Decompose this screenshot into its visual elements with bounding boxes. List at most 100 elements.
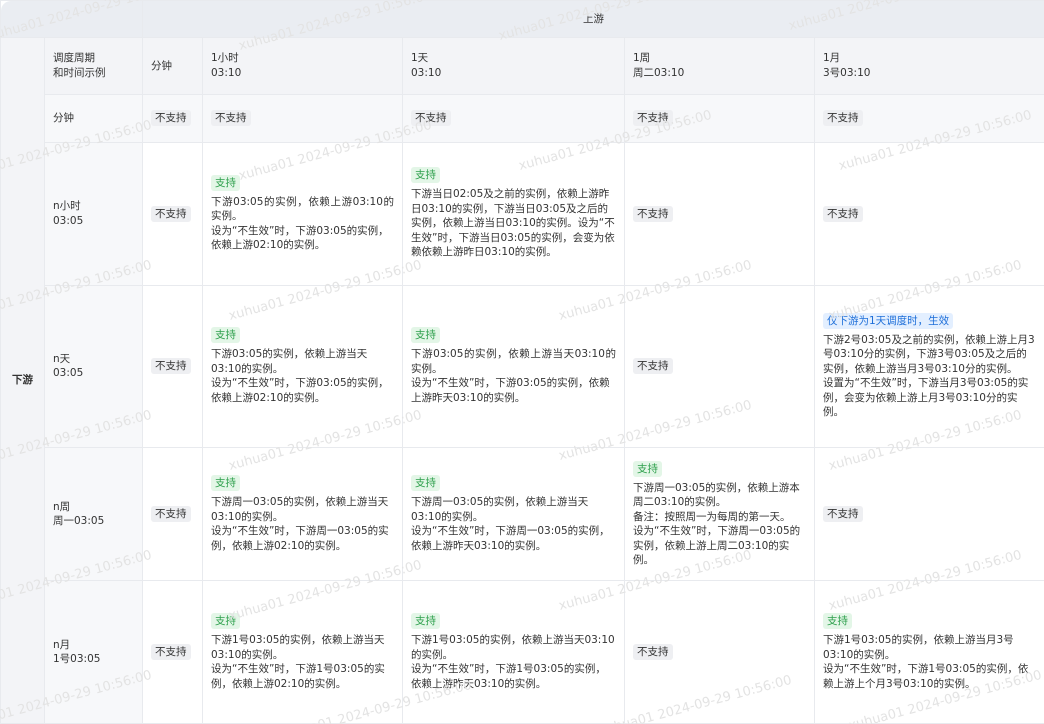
column-header: 1天 03:10 <box>402 37 625 95</box>
matrix-row: n月 1号03:05 不支持 支持 下游1号03:05的实例，依赖上游当天03:10的实… <box>1 580 1044 724</box>
cell-description: 下游03:05的实例，依赖上游当天03:10的实例。 设为“不生效”时，下游03:… <box>411 347 616 405</box>
description-line: 设为“不生效”时，下游03:05的实例，依赖上游02:10的实例。 <box>211 224 389 252</box>
description-line: 下游周一03:05的实例，依赖上游本周二03:10的实例。 <box>633 481 800 509</box>
description-line: 设为“不生效”时，下游周一03:05的实例，依赖上游02:10的实例。 <box>211 525 389 552</box>
description-line: 设为“不生效”时，下游1号03:05的实例，依赖上游02:10的实例。 <box>211 663 385 690</box>
description-line: 设为“不生效”时，下游1号03:05的实例，依赖上游上个月3号03:10的实例。 <box>823 663 1029 690</box>
matrix-cell: 不支持 <box>202 93 403 143</box>
column-freq: 分钟 <box>151 59 172 72</box>
matrix-cell: 不支持 <box>402 93 625 143</box>
row-header: 分钟 <box>44 93 143 143</box>
matrix-cell: 不支持 <box>813 447 1044 582</box>
cell-description: 下游1号03:05的实例，依赖上游当月3号03:10的实例。 设为“不生效”时，下… <box>823 633 1036 691</box>
corner-cell <box>0 0 143 39</box>
matrix-cell: 不支持 <box>624 580 815 724</box>
column-freq: 1月 <box>823 52 841 65</box>
cell-description: 下游周一03:05的实例，依赖上游本周二03:10的实例。 备注：按照周一为每周的… <box>633 481 806 568</box>
downstream-header: 下游 <box>0 37 45 724</box>
matrix-cell: 支持 下游1号03:05的实例，依赖上游当月3号03:10的实例。 设为“不生效”时… <box>813 580 1044 724</box>
description-line: 下游1号03:05的实例，依赖上游当月3号03:10的实例。 <box>823 634 1014 661</box>
matrix-cell: 不支持 <box>142 447 203 582</box>
description-line: 下游2号03:05及之前的实例，依赖上游上月3号03:10分的实例，下游3号03… <box>823 333 1035 375</box>
supported-badge: 支持 <box>411 327 440 344</box>
supported-badge: 支持 <box>411 613 440 630</box>
matrix-cell: 不支持 <box>813 93 1044 143</box>
column-freq: 1天 <box>411 52 429 65</box>
matrix-row: n天 03:05 不支持 支持 下游03:05的实例，依赖上游当天03:10的实例。 设为… <box>1 284 1044 449</box>
row-freq: n月 <box>53 638 71 651</box>
row-freq: n天 <box>53 352 71 365</box>
cell-description: 下游1号03:05的实例，依赖上游当天03:10的实例。 设为“不生效”时，下游1… <box>211 633 394 691</box>
unsupported-badge: 不支持 <box>151 644 191 661</box>
description-line: 设为“不生效”时，下游周一03:05的实例，依赖上游昨天03:10的实例。 <box>411 525 610 552</box>
description-line: 设置为“不生效”时，下游当月3号03:05的实例，会变为依赖上游上月3号03:1… <box>823 377 1029 419</box>
matrix-row: n小时 03:05 不支持 支持 下游03:05的实例，依赖上游03:10的实例。 设为“… <box>1 141 1044 286</box>
matrix-cell: 不支持 <box>813 141 1044 286</box>
matrix-cell: 支持下游1号03:05的实例，依赖上游当天03:10的实例。 设为“不生效”时，下… <box>402 580 625 724</box>
supported-badge: 支持 <box>211 613 240 630</box>
column-freq: 1周 <box>633 52 651 65</box>
column-header: 1小时 03:10 <box>202 37 403 95</box>
unsupported-badge: 不支持 <box>633 358 673 375</box>
cell-description: 下游1号03:05的实例，依赖上游当天03:10的实例。 设为“不生效”时，下游1… <box>411 633 616 691</box>
unsupported-badge: 不支持 <box>633 644 673 661</box>
description-line: 下游03:05的实例，依赖上游当天03:10的实例。 <box>411 348 616 375</box>
description-line: 下游1号03:05的实例，依赖上游当天03:10的实例。 <box>211 634 385 661</box>
column-time: 3号03:10 <box>823 66 871 79</box>
column-header: 1月 3号03:10 <box>813 37 1044 95</box>
column-header: 1周 周二03:10 <box>624 37 815 95</box>
matrix-row: 分钟 不支持 不支持 不支持 不支持 不支持 <box>1 93 1044 143</box>
row-freq: n小时 <box>53 200 81 213</box>
matrix-cell: 不支持 <box>142 580 203 724</box>
column-time: 03:10 <box>211 66 242 79</box>
unsupported-badge: 不支持 <box>151 205 191 222</box>
matrix-cell: 不支持 <box>142 93 203 143</box>
row-time: 1号03:05 <box>53 653 101 666</box>
matrix-cell: 支持下游当日02:05及之前的实例，依赖上游昨日03:10的实例，下游当日03:… <box>402 141 625 286</box>
matrix-cell: 不支持 <box>624 141 815 286</box>
axis-label: 调度周期 和时间示例 <box>44 37 143 95</box>
column-freq: 1小时 <box>211 52 239 65</box>
matrix-cell: 不支持 <box>142 284 203 449</box>
matrix-cell: 支持下游03:05的实例，依赖上游当天03:10的实例。 设为“不生效”时，下游0… <box>402 284 625 449</box>
unsupported-badge: 不支持 <box>823 205 863 222</box>
row-header: n天 03:05 <box>44 284 143 449</box>
cell-description: 下游周一03:05的实例，依赖上游当天03:10的实例。 设为“不生效”时，下游周… <box>211 495 394 553</box>
description-line: 备注：按照周一为每周的第一天。 <box>633 510 791 523</box>
column-header-row: 下游 调度周期 和时间示例 分钟 1小时 03:10 1天 03:10 1周 周二03:10… <box>0 37 1044 724</box>
column-time: 周二03:10 <box>633 66 685 79</box>
unsupported-badge: 不支持 <box>211 110 251 127</box>
matrix-cell: 不支持 <box>142 141 203 286</box>
dependency-matrix: 上游 下游 调度周期 和时间示例 分钟 1小时 03:10 1天 03:10 1周 周二03… <box>0 0 1044 724</box>
unsupported-badge: 不支持 <box>151 358 191 375</box>
axis-label-line2: 和时间示例 <box>53 66 106 79</box>
matrix-cell: 支持下游周一03:05的实例，依赖上游当天03:10的实例。 设为“不生效”时，下… <box>402 447 625 582</box>
row-time: 周一03:05 <box>53 515 105 528</box>
supported-badge: 支持 <box>411 167 440 184</box>
supported-badge: 支持 <box>211 475 240 492</box>
description-line: 设为“不生效”时，下游周一03:05的实例，依赖上游上周二03:10的实例。 <box>633 525 801 567</box>
row-header: n周 周一03:05 <box>44 447 143 582</box>
cell-description: 下游周一03:05的实例，依赖上游当天03:10的实例。 设为“不生效”时，下游周… <box>411 495 616 553</box>
row-time: 03:05 <box>53 214 84 227</box>
cell-description: 下游03:05的实例，依赖上游03:10的实例。 设为“不生效”时，下游03:05… <box>211 195 394 253</box>
unsupported-badge: 不支持 <box>823 506 863 523</box>
matrix-cell: 仅下游为1天调度时，生效 下游2号03:05及之前的实例，依赖上游上月3号03:1… <box>813 284 1044 449</box>
supported-badge: 支持 <box>411 475 440 492</box>
row-time: 03:05 <box>53 367 84 380</box>
matrix-row: n周 周一03:05 不支持 支持 下游周一03:05的实例，依赖上游当天03:10的实… <box>1 447 1044 582</box>
row-header: n月 1号03:05 <box>44 580 143 724</box>
supported-badge: 支持 <box>211 327 240 344</box>
description-line: 下游当日02:05及之前的实例，依赖上游昨日03:10的实例，下游当日03:05… <box>411 188 615 259</box>
unsupported-badge: 不支持 <box>151 506 191 523</box>
description-line: 设为“不生效”时，下游1号03:05的实例，依赖上游昨天03:10的实例。 <box>411 663 606 690</box>
matrix-cell: 不支持 <box>624 93 815 143</box>
cell-description: 下游03:05的实例，依赖上游当天03:10的实例。 设为“不生效”时，下游03:… <box>211 347 394 405</box>
unsupported-badge: 不支持 <box>823 110 863 127</box>
unsupported-badge: 不支持 <box>633 110 673 127</box>
upstream-header: 上游 <box>141 0 1044 39</box>
unsupported-badge: 不支持 <box>411 110 451 127</box>
matrix-cell: 不支持 <box>624 284 815 449</box>
matrix-cell: 支持下游03:05的实例，依赖上游当天03:10的实例。 设为“不生效”时，下游0… <box>202 284 403 449</box>
cell-description: 下游2号03:05及之前的实例，依赖上游上月3号03:10分的实例，下游3号03… <box>823 333 1036 420</box>
